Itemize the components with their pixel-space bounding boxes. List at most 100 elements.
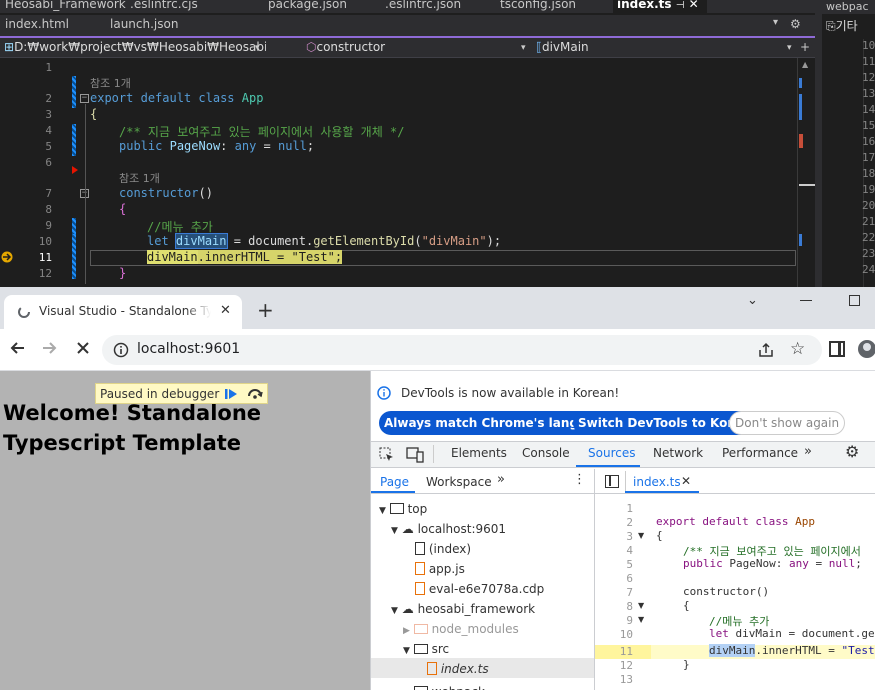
scroll-marker [799, 94, 802, 120]
line-number: 1 [45, 61, 52, 74]
misc-files-label: 기타 [835, 19, 858, 33]
editor-file-tab[interactable]: index.ts [633, 475, 681, 489]
info-icon [377, 386, 391, 400]
field-dropdown[interactable]: ⟦divMain [536, 40, 786, 56]
close-tab-icon[interactable]: ✕ [689, 0, 699, 11]
splitter[interactable] [815, 0, 822, 287]
tab-index-ts[interactable]: index.ts ⊣ ✕ [613, 0, 707, 13]
maximize-icon[interactable] [849, 295, 860, 306]
tab-search-icon[interactable]: ⌄ [747, 293, 758, 308]
tab-console[interactable]: Console [522, 446, 570, 460]
devtools-code-editor[interactable]: 1 2 3 4 5 6 7 8 9 10 11 12 13 ▼ ▼ ▼ expo… [595, 494, 875, 690]
current-statement-icon[interactable] [1, 251, 15, 263]
tree-item-index-ts[interactable]: index.ts [427, 662, 489, 676]
settings-gear-icon[interactable]: ⚙ [790, 17, 801, 31]
tree-item-top[interactable]: ▼ top [379, 502, 427, 516]
collapse-icon[interactable]: − [80, 94, 89, 103]
forward-icon[interactable] [39, 338, 59, 358]
tree-item-webpack[interactable]: ▶ webpack [403, 680, 485, 690]
tree-item-appjs[interactable]: app.js [415, 562, 465, 576]
close-tab-icon[interactable]: ✕ [220, 303, 231, 318]
back-icon[interactable] [8, 338, 28, 358]
breakpoint-arrow-icon[interactable] [72, 166, 78, 174]
new-tab-icon[interactable]: + [257, 298, 274, 322]
scroll-up-icon[interactable]: ▲ [802, 60, 808, 69]
codelens-references[interactable]: 참조 1개 [119, 170, 160, 186]
member-dropdown[interactable]: ⬡constructor [306, 40, 526, 56]
tree-item-eval[interactable]: eval-e6e7078a.cdp [415, 582, 544, 596]
line-number: 3 [45, 108, 52, 121]
tab-eslintrc-cjs[interactable]: .eslintrc.cjs [130, 0, 198, 13]
dont-show-again-button[interactable]: Don't show again [729, 411, 846, 435]
resume-icon[interactable] [224, 387, 238, 401]
tab-network[interactable]: Network [653, 446, 703, 460]
punct: = [256, 139, 278, 153]
close-file-tab-icon[interactable]: ✕ [681, 474, 691, 488]
line-number: 13 [619, 673, 633, 686]
tab-elements[interactable]: Elements [451, 446, 507, 460]
side-panel-icon[interactable] [829, 341, 845, 357]
dt-code-line-12: } [683, 658, 690, 671]
tab-overflow-icon[interactable]: ▾ [773, 17, 778, 28]
tab-sources[interactable]: Sources [588, 446, 635, 460]
project-dropdown[interactable]: ⊞D:₩work₩project₩vs₩Heosabi₩Heosabi_F [4, 40, 266, 56]
subtab-workspace[interactable]: Workspace [426, 475, 492, 489]
tab-performance[interactable]: Performance [722, 446, 798, 460]
minimize-icon[interactable] [800, 300, 812, 301]
share-icon[interactable] [757, 341, 775, 359]
code-editor[interactable]: − − 1 2 3 4 5 6 7 8 9 10 11 12 참조 1개 exp… [0, 58, 797, 287]
subtab-page[interactable]: Page [380, 475, 409, 489]
fold-icon[interactable]: ▼ [638, 615, 644, 624]
punct: .innerHTML = [755, 644, 842, 657]
tab-heosabi-framework[interactable]: Heosabi_Framework [5, 0, 126, 13]
step-over-icon[interactable] [247, 386, 263, 400]
bookmark-star-icon[interactable]: ☆ [790, 339, 805, 359]
tab-tsconfig-json[interactable]: tsconfig.json [500, 0, 576, 13]
line-number: 3 [626, 530, 633, 543]
url-text[interactable]: localhost:9601 [137, 341, 240, 357]
settings-gear-icon[interactable]: ⚙ [845, 442, 859, 461]
tab-eslintrc-json[interactable]: .eslintrc.json [385, 0, 461, 13]
vertical-scrollbar[interactable]: ▲ [797, 58, 816, 287]
inspect-element-icon[interactable] [379, 447, 395, 463]
address-bar[interactable]: localhost:9601 ☆ [102, 335, 822, 365]
more-options-icon[interactable]: ⋮ [573, 472, 586, 487]
tree-item-heosabi[interactable]: ▼ ☁ heosabi_framework [391, 602, 535, 616]
fold-icon[interactable]: ▼ [638, 531, 644, 540]
misc-files-dropdown[interactable]: ⎘기타 [826, 17, 858, 34]
profile-avatar[interactable] [858, 340, 875, 358]
line-number: 19 [862, 183, 875, 196]
folder-icon [413, 624, 428, 634]
tree-item-src[interactable]: ▼ src [403, 642, 449, 656]
split-icon[interactable]: + [800, 40, 810, 56]
kw-public: public [683, 557, 723, 570]
tab-launch-json[interactable]: launch.json [110, 17, 178, 31]
pin-icon[interactable]: ⊣ [676, 0, 685, 11]
tree-item-node-modules[interactable]: ▶ node_modules [403, 622, 519, 636]
fold-icon[interactable]: ▼ [638, 601, 644, 610]
devtools-language-notice: DevTools is now available in Korean! [401, 386, 620, 400]
tree-item-index[interactable]: (index) [415, 542, 471, 556]
tree-item-localhost[interactable]: ▼ ☁ localhost:9601 [391, 522, 506, 536]
more-subtabs-icon[interactable]: » [497, 472, 505, 487]
field-dropdown-label: divMain [541, 40, 589, 54]
stop-loading-icon[interactable] [73, 338, 93, 358]
line-number: 9 [626, 614, 633, 627]
punct: ; [855, 557, 862, 570]
device-toolbar-icon[interactable] [406, 447, 424, 463]
tab-index-html[interactable]: index.html [5, 17, 69, 31]
line-number: 11 [619, 645, 633, 658]
js-file-icon [415, 562, 425, 575]
panel-title[interactable]: webpac [822, 0, 875, 14]
expand-icon: ▼ [391, 526, 398, 536]
toggle-navigator-icon[interactable] [605, 475, 619, 488]
divider [625, 471, 626, 491]
tab-package-json[interactable]: package.json [268, 0, 347, 13]
line-number: 12 [619, 659, 633, 672]
code-line-9: //메뉴 추가 [147, 220, 213, 234]
change-marker [72, 76, 76, 108]
more-tabs-icon[interactable]: » [804, 444, 812, 459]
codelens-references[interactable]: 참조 1개 [90, 75, 131, 91]
chrome-tab-active[interactable]: Visual Studio - Standalone Typescript ✕ [4, 295, 242, 329]
info-icon[interactable] [113, 342, 129, 358]
